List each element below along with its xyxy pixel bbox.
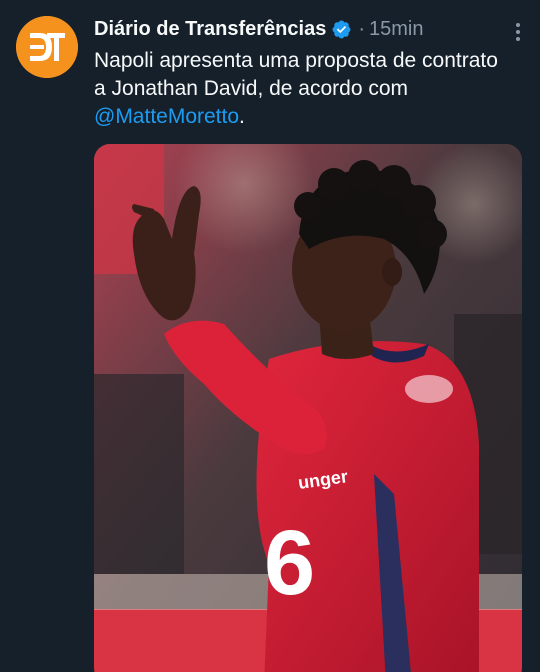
verified-badge-icon (331, 19, 352, 40)
avatar-logo-icon (16, 16, 78, 78)
tweet-text-part2: . (239, 105, 245, 128)
tweet-text: Napoli apresenta uma proposta de contrat… (94, 47, 514, 131)
tweet-card[interactable]: Diário de Transferências · 15min Napoli … (0, 0, 540, 672)
tweet-header: Diário de Transferências · 15min (94, 12, 524, 46)
author-name[interactable]: Diário de Transferências (94, 18, 326, 41)
more-vertical-icon[interactable] (506, 18, 530, 46)
mention-link[interactable]: @MatteMoretto (94, 105, 239, 128)
tweet-media-photo[interactable]: unger 6 (94, 144, 522, 672)
separator: · (358, 17, 365, 40)
tweet-content: Diário de Transferências · 15min Napoli … (94, 12, 524, 131)
tweet-text-part1: Napoli apresenta uma proposta de contrat… (94, 49, 498, 100)
avatar[interactable] (16, 16, 78, 78)
jersey-number: 6 (264, 512, 315, 614)
timestamp[interactable]: 15min (369, 18, 423, 41)
football-player-photo: unger 6 (94, 144, 522, 672)
